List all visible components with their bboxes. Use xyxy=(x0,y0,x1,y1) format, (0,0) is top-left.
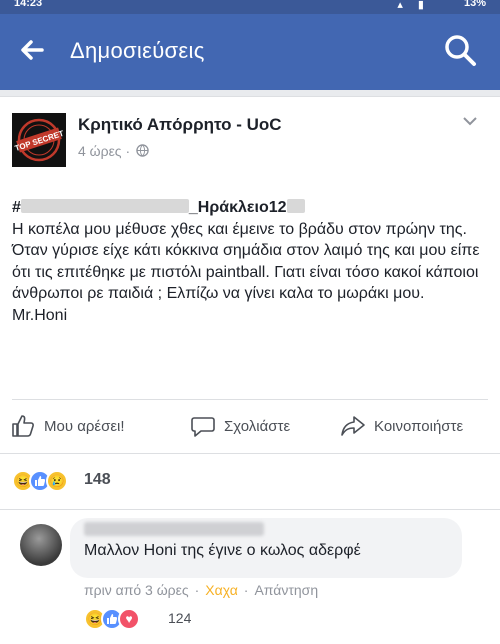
love-icon: ♥ xyxy=(118,608,140,630)
redacted-text xyxy=(20,199,189,213)
page-name[interactable]: Κρητικό Απόρρητο - UoC xyxy=(78,115,282,135)
like-label: Μου αρέσει! xyxy=(44,417,125,435)
chevron-down-icon[interactable] xyxy=(462,115,478,127)
commenter-avatar[interactable] xyxy=(20,524,62,566)
search-icon[interactable] xyxy=(442,32,478,68)
divider xyxy=(12,399,488,400)
thumbs-up-icon xyxy=(12,415,34,437)
top-secret-logo: TOP SECRET xyxy=(12,113,66,167)
commenter-name-redacted[interactable] xyxy=(84,522,264,536)
reaction-count: 148 xyxy=(84,471,111,488)
post-text: Η κοπέλα μου μέθυσε χθες και έμεινε το β… xyxy=(12,220,480,303)
comment-button[interactable]: Σχολιάστε xyxy=(190,409,290,443)
reactions-summary[interactable]: 😆 😢 148 xyxy=(0,454,500,510)
comment-text: Μαλλον Honi της έγινε ο κωλος αδερφέ xyxy=(84,542,361,559)
back-arrow-icon[interactable] xyxy=(16,34,48,66)
post-signature: Mr.Honi xyxy=(12,306,68,324)
post-body: # _Ηράκλειο12 Η κοπέλα μου μέθυσε χθες κα… xyxy=(12,197,490,326)
post-card: TOP SECRET Κρητικό Απόρρητο - UoC 4 ώρες… xyxy=(0,96,500,454)
status-time: 14:23 xyxy=(14,0,43,9)
comment-label: Σχολιάστε xyxy=(224,417,291,435)
status-battery: 13% xyxy=(463,0,486,9)
post-time[interactable]: 4 ώρες xyxy=(78,143,122,159)
comment-bubble: Μαλλον Honi της έγινε ο κωλος αδερφέ xyxy=(70,518,462,578)
post-hashtag[interactable]: # _Ηράκλειο12 xyxy=(12,197,490,219)
redacted-text xyxy=(286,199,305,213)
page-avatar[interactable]: TOP SECRET xyxy=(12,113,66,167)
like-button[interactable]: Μου αρέσει! xyxy=(10,409,125,443)
share-button[interactable]: Κοινοποιήστε xyxy=(340,409,463,443)
action-bar: Μου αρέσει! Σχολιάστε Κοινοποιήστε xyxy=(0,409,500,443)
sad-icon: 😢 xyxy=(46,470,68,492)
share-label: Κοινοποιήστε xyxy=(374,417,464,435)
comment-reaction-count: 124 xyxy=(168,610,192,626)
status-bar: 14:23 ▴ ▮ 13% xyxy=(0,0,500,14)
globe-icon xyxy=(136,144,149,157)
post-meta: 4 ώρες · xyxy=(78,143,149,159)
reply-button[interactable]: Απάντηση xyxy=(254,582,318,598)
comment-reaction-button[interactable]: Χαχα xyxy=(205,582,238,598)
comment-icon xyxy=(191,417,215,437)
page-title: Δημοσιεύσεις xyxy=(70,38,205,63)
share-icon xyxy=(341,416,365,436)
reaction-icons: 😆 😢 xyxy=(12,470,68,492)
comment-reaction-icons[interactable]: 😆 ♥ xyxy=(84,608,140,630)
comment-section: Μαλλον Honi της έγινε ο κωλος αδερφέ πρι… xyxy=(0,510,500,644)
comment-meta: πριν από 3 ώρες · Χαχα · Απάντηση xyxy=(84,582,319,598)
signal-icons: ▴ ▮ xyxy=(397,0,430,11)
app-bar: Δημοσιεύσεις xyxy=(0,14,500,90)
comment-time: πριν από 3 ώρες xyxy=(84,582,189,598)
